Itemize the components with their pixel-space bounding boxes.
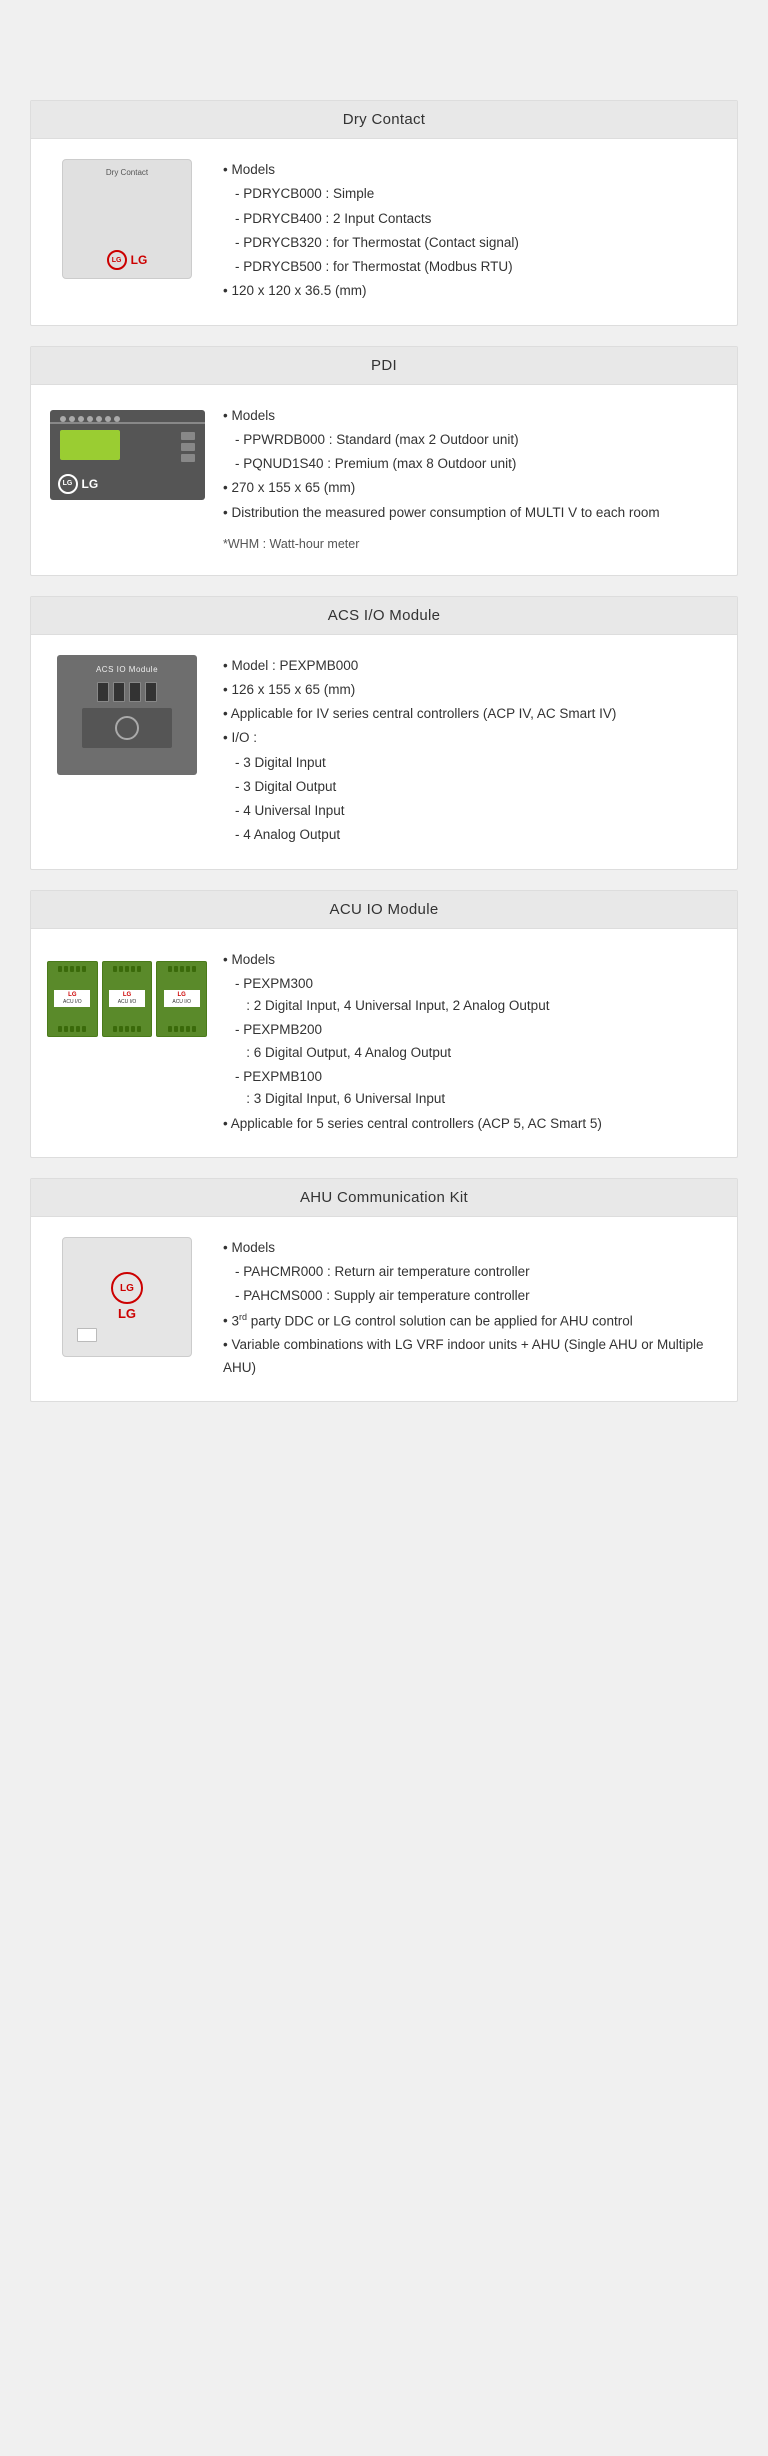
pdi-card: PDI LG	[30, 346, 738, 576]
acs-io-image: ACS IO Module	[47, 655, 207, 775]
list-item: 4 Universal Input	[235, 800, 721, 822]
dimensions: 120 x 120 x 36.5 (mm)	[223, 280, 721, 302]
list-item: PDRYCB000 : Simple	[235, 183, 721, 205]
models-label: Models PDRYCB000 : Simple PDRYCB400 : 2 …	[223, 159, 721, 278]
ahu-lg-logo-icon: LG	[111, 1272, 143, 1304]
acs-io-title: ACS I/O Module	[31, 597, 737, 635]
list-item: PDRYCB320 : for Thermostat (Contact sign…	[235, 232, 721, 254]
ahu-lg-text: LG	[118, 1306, 136, 1321]
list-item: PDRYCB500 : for Thermostat (Modbus RTU)	[235, 256, 721, 278]
list-item: PPWRDB000 : Standard (max 2 Outdoor unit…	[235, 429, 721, 451]
dry-contact-info: Models PDRYCB000 : Simple PDRYCB400 : 2 …	[223, 159, 721, 305]
acs-io-card: ACS I/O Module ACS IO Module Model : PEX…	[30, 596, 738, 870]
ahu-comm-info: Models PAHCMR000 : Return air temperatur…	[223, 1237, 721, 1381]
acu-models-label: Models PEXPM300 : 2 Digital Input, 4 Uni…	[223, 949, 721, 1111]
pdi-dimensions: 270 x 155 x 65 (mm)	[223, 477, 721, 499]
list-item: PAHCMR000 : Return air temperature contr…	[235, 1261, 721, 1283]
dry-contact-card: Dry Contact LG LG Models PDRYCB000 : Sim…	[30, 100, 738, 326]
dry-contact-title: Dry Contact	[31, 101, 737, 139]
acu-io-image: LG ACU I/O LG ACU I/O	[47, 949, 207, 1049]
list-item: PEXPMB100 : 3 Digital Input, 6 Universal…	[235, 1066, 721, 1111]
acu-io-title: ACU IO Module	[31, 891, 737, 929]
acu-io-info: Models PEXPM300 : 2 Digital Input, 4 Uni…	[223, 949, 721, 1137]
acs-io-info: Model : PEXPMB000 126 x 155 x 65 (mm) Ap…	[223, 655, 721, 849]
list-item: 4 Analog Output	[235, 824, 721, 846]
list-item: 3 Digital Input	[235, 752, 721, 774]
ahu-comm-card: AHU Communication Kit LG LG Models PAHCM…	[30, 1178, 738, 1402]
ahu-small-box	[77, 1328, 97, 1342]
acs-dimensions: 126 x 155 x 65 (mm)	[223, 679, 721, 701]
list-item: PAHCMS000 : Supply air temperature contr…	[235, 1285, 721, 1307]
ahu-3rd-party: 3rd party DDC or LG control solution can…	[223, 1310, 721, 1333]
ahu-variable: Variable combinations with LG VRF indoor…	[223, 1334, 721, 1379]
pdi-models-label: Models PPWRDB000 : Standard (max 2 Outdo…	[223, 405, 721, 476]
pdi-image: LG LG	[47, 405, 207, 505]
lg-logo-icon: LG	[107, 250, 127, 270]
lg-text: LG	[131, 253, 148, 267]
pdi-note: *WHM : Watt-hour meter	[223, 534, 721, 555]
acu-io-card: ACU IO Module LG ACU I/O	[30, 890, 738, 1158]
ahu-models-label: Models PAHCMR000 : Return air temperatur…	[223, 1237, 721, 1308]
acs-model: Model : PEXPMB000	[223, 655, 721, 677]
pdi-lg-logo: LG	[58, 474, 78, 494]
list-item: 3 Digital Output	[235, 776, 721, 798]
pdi-title: PDI	[31, 347, 737, 385]
ahu-comm-title: AHU Communication Kit	[31, 1179, 737, 1217]
dry-contact-image: LG LG	[47, 159, 207, 279]
list-item: PEXPMB200 : 6 Digital Output, 4 Analog O…	[235, 1019, 721, 1064]
acs-applicable: Applicable for IV series central control…	[223, 703, 721, 725]
list-item: PQNUD1S40 : Premium (max 8 Outdoor unit)	[235, 453, 721, 475]
acs-io-label: I/O : 3 Digital Input 3 Digital Output 4…	[223, 727, 721, 846]
list-item: PEXPM300 : 2 Digital Input, 4 Universal …	[235, 973, 721, 1018]
acs-device-label: ACS IO Module	[57, 665, 197, 674]
acu-applicable: Applicable for 5 series central controll…	[223, 1113, 721, 1135]
ahu-comm-image: LG LG	[47, 1237, 207, 1357]
pdi-info: Models PPWRDB000 : Standard (max 2 Outdo…	[223, 405, 721, 555]
list-item: PDRYCB400 : 2 Input Contacts	[235, 208, 721, 230]
pdi-distribution: Distribution the measured power consumpt…	[223, 502, 721, 524]
